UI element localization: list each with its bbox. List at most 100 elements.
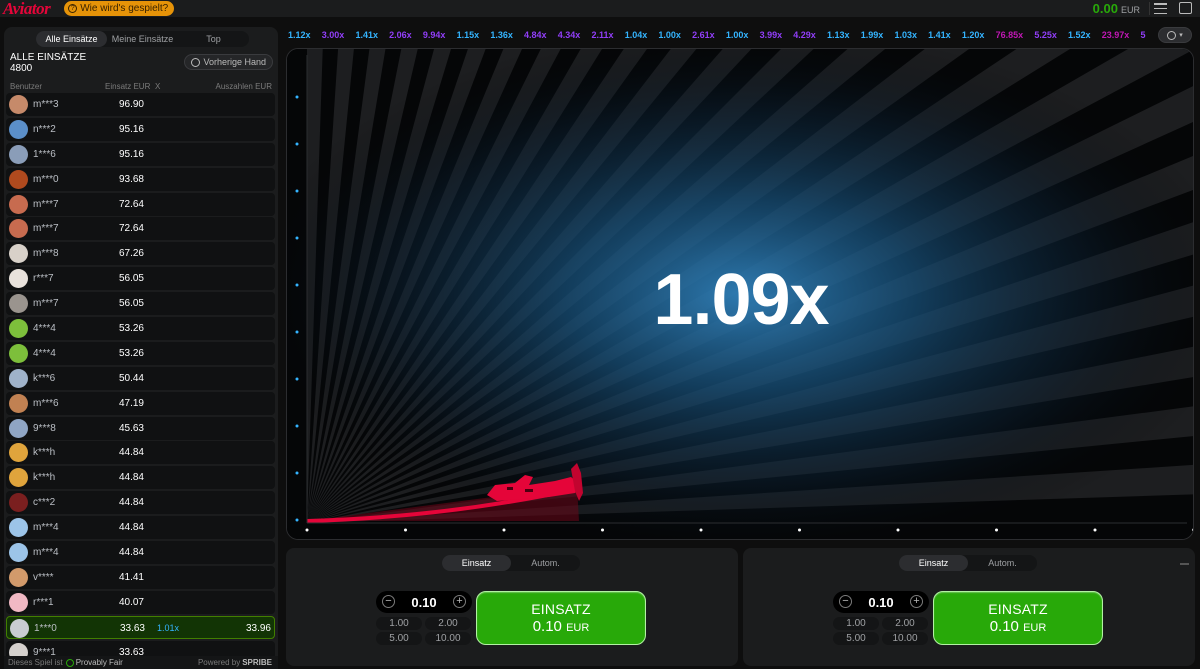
place-bet-amount-line: 0.10 EUR: [934, 618, 1102, 635]
place-bet-amount-line: 0.10 EUR: [477, 618, 645, 635]
avatar: [9, 493, 28, 513]
tab-auto[interactable]: Autom.: [968, 555, 1037, 571]
shield-check-icon: [65, 658, 74, 667]
quick-amount-10[interactable]: 10.00: [882, 632, 928, 645]
previous-hand-button[interactable]: Vorherige Hand: [184, 54, 273, 70]
multiplier-history: 1.12x 3.00x 1.41x 2.06x 9.94x 1.15x 1.36x 4.84x…: [288, 26, 1158, 44]
avatar: [9, 144, 28, 164]
bet-amount: 53.26: [118, 347, 144, 359]
footer-prefix: Dieses Spiel ist: [8, 658, 63, 667]
provably-fair-link[interactable]: Provably Fair: [65, 658, 123, 667]
avatar: [9, 543, 28, 563]
bet-user: m***6: [33, 397, 59, 409]
payout-amount: 33.96: [245, 622, 271, 634]
place-bet-label: EINSATZ: [531, 601, 591, 617]
balance-amount: 0.00: [1092, 1, 1118, 16]
bet-user: n***2: [33, 123, 56, 135]
bet-panel-tabs: Einsatz Autom.: [899, 555, 1037, 571]
x-axis-dot: [502, 528, 506, 532]
tab-bet[interactable]: Einsatz: [899, 555, 968, 571]
bets-list: m***3 96.90 n***2 95.16 1***6 95.16 m***0 93.68…: [6, 93, 275, 665]
history-multiplier: 4.29x: [793, 30, 816, 40]
bets-panel: Alle Einsätze Meine Einsätze Top ALLE EI…: [4, 27, 278, 669]
history-multiplier: 1.00x: [658, 30, 681, 40]
tab-top[interactable]: Top: [178, 31, 249, 47]
quick-amount-10[interactable]: 10.00: [425, 632, 471, 645]
game-stage: 1.09x: [286, 48, 1194, 540]
history-multiplier: 1.03x: [894, 30, 917, 40]
bet-amount: 95.16: [118, 123, 144, 135]
bet-row: 9***8 45.63: [6, 416, 275, 440]
y-axis-dot: [295, 189, 299, 193]
history-multiplier: 3.00x: [321, 30, 345, 40]
how-to-play-label: Wie wird's gespielt?: [80, 3, 169, 14]
remove-panel-icon[interactable]: [1180, 563, 1189, 565]
bet-amount: 44.84: [118, 447, 144, 459]
x-axis-dot: [404, 528, 407, 532]
col-payout: Auszahlen EUR: [215, 82, 272, 91]
quick-amount-1[interactable]: 1.00: [833, 617, 879, 630]
x-axis-dot: [305, 528, 309, 532]
menu-icon[interactable]: [1154, 3, 1167, 14]
avatar: [9, 418, 28, 438]
avatar: [10, 618, 29, 638]
powered-by: Powered by SPRIBE: [198, 658, 272, 667]
bet-user: m***7: [33, 223, 59, 235]
history-multiplier: 76.85x: [995, 30, 1024, 40]
bet-user: m***0: [33, 173, 59, 185]
x-axis-dot: [699, 528, 703, 532]
quick-amount-2[interactable]: 2.00: [882, 617, 928, 630]
history-multiplier: 1.15x: [456, 30, 480, 40]
history-icon: [1167, 30, 1177, 40]
spribe-logo: SPRIBE: [242, 658, 272, 667]
how-to-play-button[interactable]: ? Wie wird's gespielt?: [64, 1, 175, 16]
history-dropdown-button[interactable]: ▾: [1158, 27, 1192, 43]
chat-icon[interactable]: [1179, 2, 1192, 14]
place-bet-currency: EUR: [566, 622, 590, 634]
bet-panel-1: Einsatz Autom. − 0.10 + 1.00 2.00 5.00 1…: [286, 548, 738, 666]
bet-amount: 93.68: [118, 173, 144, 185]
quick-amount-5[interactable]: 5.00: [833, 632, 879, 645]
bet-row: m***8 67.26: [6, 242, 275, 266]
tab-all-bets[interactable]: Alle Einsätze: [36, 31, 107, 47]
y-axis-dot: [295, 377, 299, 381]
x-axis-dot: [798, 528, 801, 532]
bet-user: 1***6: [33, 148, 56, 160]
bet-user: c***2: [33, 497, 56, 509]
bet-user: m***3: [33, 99, 59, 110]
bet-panel-2: Einsatz Autom. − 0.10 + 1.00 2.00 5.00 1…: [743, 548, 1195, 666]
tab-my-bets[interactable]: Meine Einsätze: [107, 31, 178, 47]
bet-amount: 53.26: [118, 323, 144, 335]
history-icon: [191, 57, 201, 67]
avatar: [9, 343, 28, 363]
avatar: [9, 592, 28, 612]
history-multiplier: 1.41x: [928, 30, 951, 40]
bet-amount-stepper: − 0.10 +: [833, 591, 929, 613]
bet-user: m***7: [33, 198, 59, 210]
x-axis-dot: [601, 528, 604, 532]
avatar: [9, 269, 28, 289]
bet-panel-tabs: Einsatz Autom.: [442, 555, 580, 571]
avatar: [9, 294, 28, 314]
plus-icon[interactable]: +: [453, 595, 466, 608]
bet-row: r***7 56.05: [6, 267, 275, 291]
all-bets-count: 4800: [10, 63, 33, 74]
bet-user: 4***4: [33, 347, 56, 359]
tab-auto[interactable]: Autom.: [511, 555, 580, 571]
plus-icon[interactable]: +: [910, 595, 923, 608]
y-axis-dot: [295, 95, 299, 99]
quick-amount-2[interactable]: 2.00: [425, 617, 471, 630]
x-axis-dot: [995, 528, 998, 532]
avatar: [9, 368, 28, 388]
quick-amount-5[interactable]: 5.00: [376, 632, 422, 645]
bet-row: m***6 47.19: [6, 391, 275, 415]
tab-bet[interactable]: Einsatz: [442, 555, 511, 571]
bet-user: m***4: [33, 522, 59, 534]
quick-amount-1[interactable]: 1.00: [376, 617, 422, 630]
place-bet-button[interactable]: EINSATZ 0.10 EUR: [476, 591, 646, 645]
history-multiplier: 4.84x: [524, 30, 547, 40]
history-multiplier: 1.20x: [961, 30, 985, 40]
place-bet-button[interactable]: EINSATZ 0.10 EUR: [933, 591, 1103, 645]
bet-row: k***6 50.44: [6, 366, 275, 390]
avatar: [9, 468, 28, 488]
